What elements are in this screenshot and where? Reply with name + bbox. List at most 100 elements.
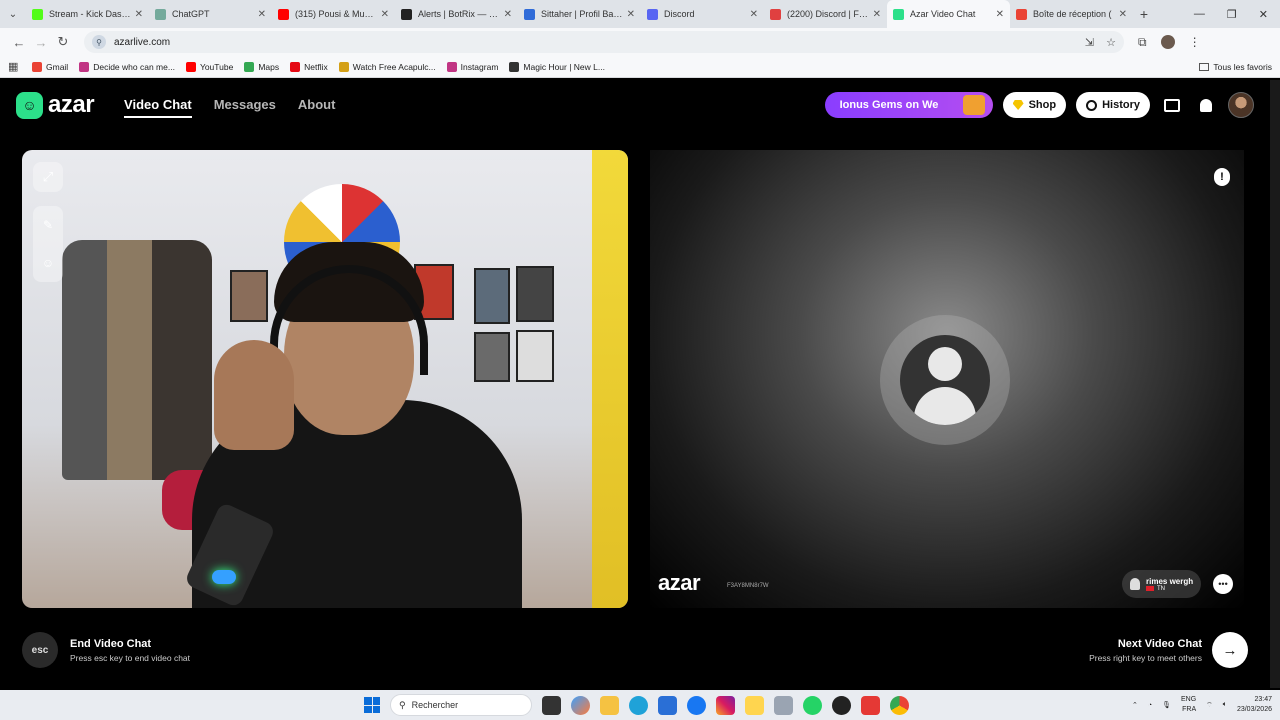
tab-close-icon[interactable]: ✕	[381, 9, 389, 20]
minimize-icon[interactable]: —	[1194, 8, 1205, 21]
chat-button[interactable]: •••	[1213, 574, 1233, 594]
browser-tab[interactable]: (2200) Discord | Frier ✕	[764, 0, 887, 28]
nav-item-about[interactable]: About	[298, 93, 336, 118]
bookmark-favicon-icon	[509, 61, 520, 72]
gem-icon	[1012, 100, 1024, 110]
tab-close-icon[interactable]: ✕	[1119, 9, 1127, 20]
tab-title: (2200) Discord | Frier	[787, 9, 869, 19]
profile-icon[interactable]	[1160, 35, 1175, 49]
browser-tab[interactable]: ChatGPT ✕	[149, 0, 272, 28]
esc-key-button[interactable]: esc	[22, 632, 58, 668]
peer-profile-chip[interactable]: rimes wergh TN	[1122, 570, 1202, 598]
close-window-icon[interactable]: ✕	[1259, 8, 1268, 21]
promo-text: Ionus Gems on We	[839, 99, 939, 111]
inbox-button[interactable]	[1160, 93, 1184, 117]
shop-button[interactable]: Shop	[1002, 92, 1067, 118]
taskbar-search[interactable]: ⚲ Rechercher	[390, 694, 532, 716]
browser-tab[interactable]: Stream - Kick Dashbo ✕	[26, 0, 149, 28]
facebook-icon[interactable]	[687, 695, 706, 715]
browser-tab[interactable]: Sittaher | Profil Bakch ✕	[518, 0, 641, 28]
all-bookmarks[interactable]: Tous les favoris	[1199, 62, 1272, 72]
notifications-button[interactable]	[1194, 93, 1218, 117]
network-icon[interactable]: ◔	[1148, 702, 1152, 709]
store-icon[interactable]	[658, 695, 677, 715]
bookmark-item[interactable]: Magic Hour | New L...	[509, 61, 605, 72]
reload-icon[interactable]: ↻	[52, 34, 74, 50]
chrome-icon[interactable]	[890, 695, 909, 715]
language-indicator[interactable]: ENG FRA	[1181, 695, 1196, 715]
site-info-icon[interactable]: ⚲	[92, 35, 106, 49]
bookmark-item[interactable]: YouTube	[185, 61, 233, 72]
obs-icon[interactable]	[832, 695, 851, 715]
apps-grid-icon[interactable]: ▦	[8, 60, 26, 73]
tab-close-icon[interactable]: ✕	[750, 9, 758, 20]
bookmark-list: Gmail Decide who can me... YouTube Maps Netf…	[32, 61, 616, 72]
next-chat-button[interactable]: →	[1212, 632, 1248, 668]
browser-menu-icon[interactable]: ⋮	[1189, 35, 1201, 49]
nav-item-messages[interactable]: Messages	[214, 93, 276, 118]
promo-banner[interactable]: Ionus Gems on We	[824, 92, 993, 118]
restore-icon[interactable]: ❐	[1227, 8, 1237, 21]
copilot-icon[interactable]	[571, 695, 590, 715]
mic-icon[interactable]: 🎙︎	[1162, 701, 1171, 709]
tray-chevron-icon[interactable]: ⌃	[1132, 701, 1138, 709]
end-chat-control[interactable]: esc End Video Chat Press esc key to end …	[22, 632, 190, 668]
bookmark-item[interactable]: Netflix	[290, 61, 328, 72]
forward-icon[interactable]: →	[30, 35, 52, 50]
file-explorer-icon[interactable]	[600, 695, 619, 715]
sticker-icon[interactable]: ☺	[42, 256, 54, 270]
wifi-icon[interactable]: ⌔	[1206, 701, 1213, 710]
tab-close-icon[interactable]: ✕	[135, 9, 143, 20]
camera-icon[interactable]	[774, 695, 793, 715]
browser-tab[interactable]: Azar Video Chat ✕	[887, 0, 1010, 28]
bookmark-item[interactable]: Gmail	[32, 61, 68, 72]
user-avatar[interactable]	[1228, 92, 1254, 118]
app-icon[interactable]	[745, 695, 764, 715]
bell-icon	[1200, 98, 1212, 112]
bookmark-star-icon[interactable]: ☆	[1106, 36, 1116, 49]
bookmark-item[interactable]: Instagram	[446, 61, 498, 72]
tab-close-icon[interactable]: ✕	[627, 9, 635, 20]
tab-close-icon[interactable]: ✕	[873, 9, 881, 20]
app-icon[interactable]	[861, 695, 880, 715]
chat-bubble-icon: •••	[1218, 579, 1228, 589]
bookmark-favicon-icon	[79, 61, 90, 72]
browser-tab[interactable]: Boîte de réception (✕	[1010, 0, 1133, 28]
bookmark-item[interactable]: Maps	[244, 61, 279, 72]
bookmark-item[interactable]: Watch Free Acapulc...	[338, 61, 436, 72]
browser-tab[interactable]: Discord ✕	[641, 0, 764, 28]
browser-tab[interactable]: Alerts | BotRix — Clo ✕	[395, 0, 518, 28]
new-tab-button[interactable]: +	[1133, 6, 1155, 22]
next-chat-hint: Press right key to meet others	[1089, 652, 1202, 663]
bookmark-favicon-icon	[32, 61, 42, 72]
next-chat-control[interactable]: Next Video Chat Press right key to meet …	[1089, 632, 1248, 668]
clock[interactable]: 23:47 23/03/2026	[1237, 695, 1272, 715]
report-icon[interactable]: !	[1214, 168, 1230, 186]
extensions-icon[interactable]: ⧉	[1138, 35, 1147, 50]
magic-wand-icon[interactable]: ✎	[43, 218, 53, 232]
windows-start-icon[interactable]	[364, 697, 380, 713]
fullscreen-button[interactable]: ⤢	[33, 162, 63, 192]
volume-icon[interactable]: 🔈︎	[1223, 701, 1227, 709]
azar-logo[interactable]: ☺ azar	[16, 91, 95, 119]
whatsapp-icon[interactable]	[803, 695, 822, 715]
video-poster	[516, 266, 554, 322]
instagram-icon[interactable]	[716, 695, 735, 715]
tab-close-icon[interactable]: ✕	[504, 9, 512, 20]
browser-tab[interactable]: (315) Pousi & Muslin ✕	[272, 0, 395, 28]
history-button[interactable]: History	[1076, 92, 1150, 118]
tab-search-icon[interactable]: ⌄	[0, 0, 26, 28]
tab-close-icon[interactable]: ✕	[996, 9, 1004, 20]
back-icon[interactable]: ←	[8, 35, 30, 50]
edge-icon[interactable]	[629, 695, 648, 715]
tab-favicon-icon	[278, 8, 289, 20]
install-app-icon[interactable]: ⇲	[1085, 36, 1094, 49]
taskview-icon[interactable]	[542, 695, 561, 715]
nav-item-video-chat[interactable]: Video Chat	[124, 93, 192, 118]
history-label: History	[1102, 99, 1140, 111]
tab-favicon-icon	[770, 8, 781, 20]
bookmark-item[interactable]: Decide who can me...	[79, 61, 175, 72]
url-field[interactable]: ⚲ azarlive.com ⇲ ☆	[84, 31, 1124, 53]
page-scrollbar[interactable]	[1270, 80, 1280, 688]
tab-close-icon[interactable]: ✕	[258, 9, 266, 20]
